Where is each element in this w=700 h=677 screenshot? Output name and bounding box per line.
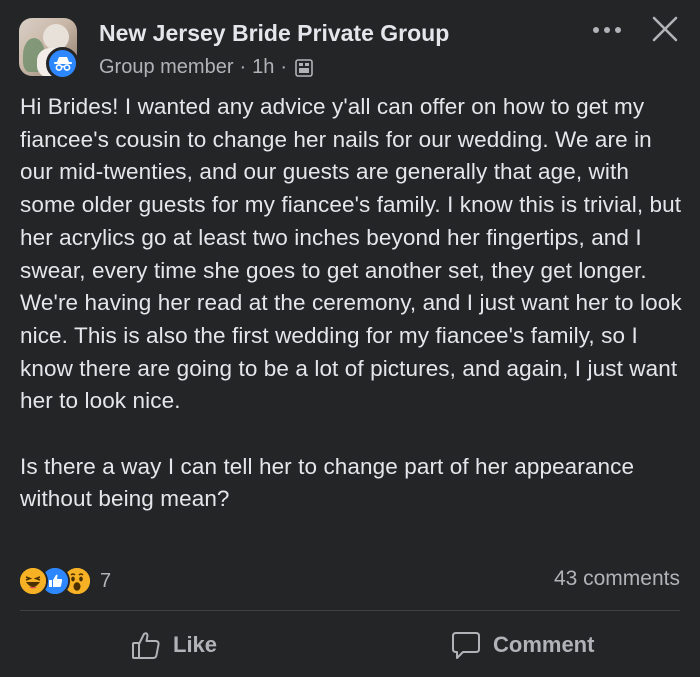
haha-reaction-icon bbox=[18, 566, 48, 596]
post-timestamp[interactable]: 1h bbox=[252, 56, 274, 79]
comment-bubble-icon bbox=[452, 632, 480, 659]
group-name-link[interactable]: New Jersey Bride Private Group bbox=[99, 20, 449, 47]
post-body-text: Hi Brides! I wanted any advice y'all can… bbox=[20, 94, 682, 512]
like-label: Like bbox=[173, 632, 218, 657]
group-avatar-container[interactable] bbox=[19, 18, 81, 80]
meta-separator: · bbox=[280, 56, 288, 78]
reaction-count: 7 bbox=[100, 569, 112, 592]
like-button[interactable]: Like bbox=[131, 627, 217, 663]
thumbs-up-icon bbox=[132, 632, 160, 659]
comment-button[interactable]: Comment bbox=[451, 627, 594, 663]
meta-separator: · bbox=[239, 56, 247, 78]
more-dots-icon bbox=[593, 27, 621, 33]
comment-label: Comment bbox=[493, 632, 595, 657]
reactions-summary[interactable]: 7 bbox=[18, 566, 111, 596]
close-button[interactable] bbox=[648, 12, 682, 46]
member-role: Group member bbox=[99, 56, 234, 78]
comments-count-link[interactable]: 43 comments bbox=[554, 567, 680, 591]
photo-frame-icon bbox=[295, 58, 313, 77]
post-meta: Group member · 1h · bbox=[99, 56, 313, 79]
anonymous-member-icon bbox=[46, 47, 79, 80]
post-card: New Jersey Bride Private Group Group mem… bbox=[0, 0, 700, 677]
close-icon bbox=[652, 16, 678, 42]
divider bbox=[20, 610, 680, 611]
more-options-button[interactable] bbox=[590, 16, 624, 44]
